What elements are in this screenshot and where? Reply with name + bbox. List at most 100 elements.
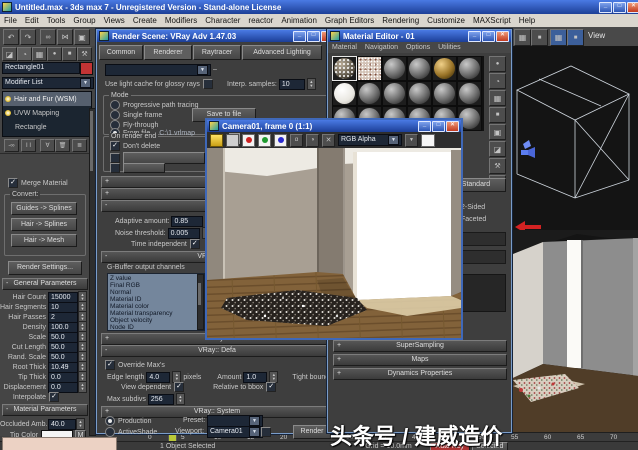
- menu-maxscript[interactable]: MAXScript: [469, 16, 515, 25]
- background-color-swatch[interactable]: [421, 134, 435, 147]
- render-frame-titlebar[interactable]: Camera01, frame 0 (1:1) _ □ ✕: [207, 120, 461, 132]
- occluded-amb-field[interactable]: 40.0: [48, 419, 76, 430]
- red-channel-icon[interactable]: [242, 134, 255, 147]
- unlink-icon[interactable]: [57, 29, 73, 45]
- object-color-swatch[interactable]: [80, 62, 93, 75]
- switch-to-saved-checkbox[interactable]: [110, 163, 120, 173]
- tab-display-icon[interactable]: [62, 47, 77, 61]
- material-slot-gold[interactable]: [432, 56, 457, 81]
- maps-rollout[interactable]: +Maps: [333, 354, 507, 366]
- auto-save-checkbox[interactable]: [110, 153, 120, 163]
- activeshade-radio[interactable]: [105, 427, 115, 437]
- general-parameters-rollout[interactable]: -General Parameters: [2, 278, 88, 290]
- noise-threshold-field[interactable]: 0.005: [168, 228, 200, 239]
- material-slot[interactable]: [457, 81, 482, 106]
- tab-hierarchy-icon[interactable]: [32, 47, 47, 61]
- tab-common[interactable]: Common: [99, 45, 143, 60]
- material-editor-titlebar[interactable]: Material Editor - 01 _ □ ✕: [328, 30, 511, 42]
- menu-file[interactable]: File: [0, 16, 21, 25]
- material-slot[interactable]: [457, 56, 482, 81]
- time-independent-checkbox[interactable]: [190, 239, 200, 249]
- redo-icon[interactable]: [20, 29, 36, 45]
- viewport[interactable]: [512, 46, 638, 432]
- max-subdivs-field[interactable]: 256: [148, 394, 174, 405]
- close-icon[interactable]: ✕: [446, 121, 459, 132]
- menu-character[interactable]: Character: [201, 16, 244, 25]
- material-slot-white[interactable]: [332, 81, 357, 106]
- material-options-icon[interactable]: [489, 158, 506, 174]
- tab-advanced-lighting[interactable]: Advanced Lighting: [242, 45, 322, 60]
- menu-graph-editors[interactable]: Graph Editors: [321, 16, 378, 25]
- mode-progressive-radio[interactable]: [110, 100, 120, 110]
- amount-field[interactable]: 1.0: [243, 372, 267, 383]
- minimize-icon[interactable]: _: [293, 31, 306, 42]
- guides-to-splines-button[interactable]: Guides -> Splines: [11, 202, 77, 215]
- menu-animation[interactable]: Animation: [277, 16, 321, 25]
- gbuffer-channel-list[interactable]: Z value Final RGB Normal Material ID Mat…: [107, 273, 205, 331]
- stack-row-rectangle[interactable]: Rectangle: [3, 120, 91, 134]
- monochrome-icon[interactable]: ◑: [306, 134, 319, 147]
- bind-spacewarp-icon[interactable]: [74, 29, 90, 45]
- root-color-swatch[interactable]: [2, 437, 117, 450]
- save-icon[interactable]: [210, 134, 223, 147]
- menu-rendering[interactable]: Rendering: [378, 16, 423, 25]
- panel-scrollbar[interactable]: [89, 108, 96, 436]
- production-radio[interactable]: [105, 416, 115, 426]
- maximize-icon[interactable]: □: [307, 31, 320, 42]
- backlight-icon[interactable]: [489, 73, 506, 89]
- tab-raytracer[interactable]: Raytracer: [193, 45, 241, 60]
- viewport-dropdown[interactable]: Camera01▼: [207, 426, 263, 438]
- relative-bbox-checkbox[interactable]: [266, 382, 276, 392]
- spinner[interactable]: [307, 78, 316, 90]
- material-slot[interactable]: [357, 81, 382, 106]
- material-slot[interactable]: [407, 56, 432, 81]
- align-icon[interactable]: [531, 29, 548, 46]
- maximize-icon[interactable]: □: [613, 2, 626, 13]
- maximize-icon[interactable]: □: [432, 121, 445, 132]
- channel-drop-down[interactable]: RGB Alpha▼: [338, 134, 402, 146]
- render-settings-button[interactable]: Render Settings...: [8, 261, 82, 275]
- list-item[interactable]: Material ID: [110, 296, 202, 303]
- menu-options[interactable]: Options: [402, 44, 434, 51]
- list-item[interactable]: Final RGB: [110, 282, 202, 289]
- alpha-channel-icon[interactable]: α: [290, 134, 303, 147]
- minimize-icon[interactable]: _: [418, 121, 431, 132]
- clone-icon[interactable]: [226, 134, 239, 147]
- stack-row-hair-and-fur[interactable]: Hair and Fur (WSM): [3, 92, 91, 106]
- mode-single-frame-radio[interactable]: [110, 110, 120, 120]
- list-item[interactable]: Node ID: [110, 324, 202, 331]
- menu-help[interactable]: Help: [515, 16, 539, 25]
- show-end-result-icon[interactable]: I I: [21, 139, 36, 152]
- modifier-list-dropdown[interactable]: Modifier List▼: [2, 77, 94, 89]
- menu-utilities[interactable]: Utilities: [434, 44, 465, 51]
- material-parameters-rollout[interactable]: -Material Parameters: [2, 404, 88, 416]
- material-slot[interactable]: [382, 56, 407, 81]
- filter-dropdown[interactable]: ▼: [105, 64, 211, 76]
- sample-tiling-icon[interactable]: [489, 107, 506, 123]
- pin-stack-icon[interactable]: -∞: [4, 139, 19, 152]
- spinner[interactable]: [176, 393, 185, 405]
- menu-modifiers[interactable]: Modifiers: [161, 16, 201, 25]
- list-item[interactable]: Material color: [110, 303, 202, 310]
- edge-length-field[interactable]: 4.0: [146, 372, 170, 383]
- tab-utilities-icon[interactable]: [77, 47, 92, 61]
- blue-channel-icon[interactable]: [274, 134, 287, 147]
- spinner[interactable]: [76, 418, 85, 430]
- object-name-field[interactable]: Rectangle01: [2, 62, 80, 74]
- spinner[interactable]: [78, 381, 87, 393]
- merge-material-checkbox[interactable]: [8, 178, 18, 188]
- menu-reactor[interactable]: reactor: [244, 16, 277, 25]
- list-item[interactable]: Normal: [110, 289, 202, 296]
- curve-editor-icon[interactable]: [550, 29, 567, 46]
- view-dropdown[interactable]: View: [588, 31, 605, 40]
- minimize-icon[interactable]: _: [599, 2, 612, 13]
- material-slot[interactable]: [407, 81, 432, 106]
- undo-icon[interactable]: [3, 29, 19, 45]
- list-item[interactable]: Object velocity: [110, 317, 202, 324]
- menu-group[interactable]: Group: [69, 16, 99, 25]
- dont-delete-checkbox[interactable]: [110, 141, 120, 151]
- tab-create-icon[interactable]: [2, 47, 17, 61]
- dynamics-properties-rollout[interactable]: +Dynamics Properties: [333, 368, 507, 380]
- clear-icon[interactable]: [322, 134, 335, 147]
- menu-customize[interactable]: Customize: [423, 16, 469, 25]
